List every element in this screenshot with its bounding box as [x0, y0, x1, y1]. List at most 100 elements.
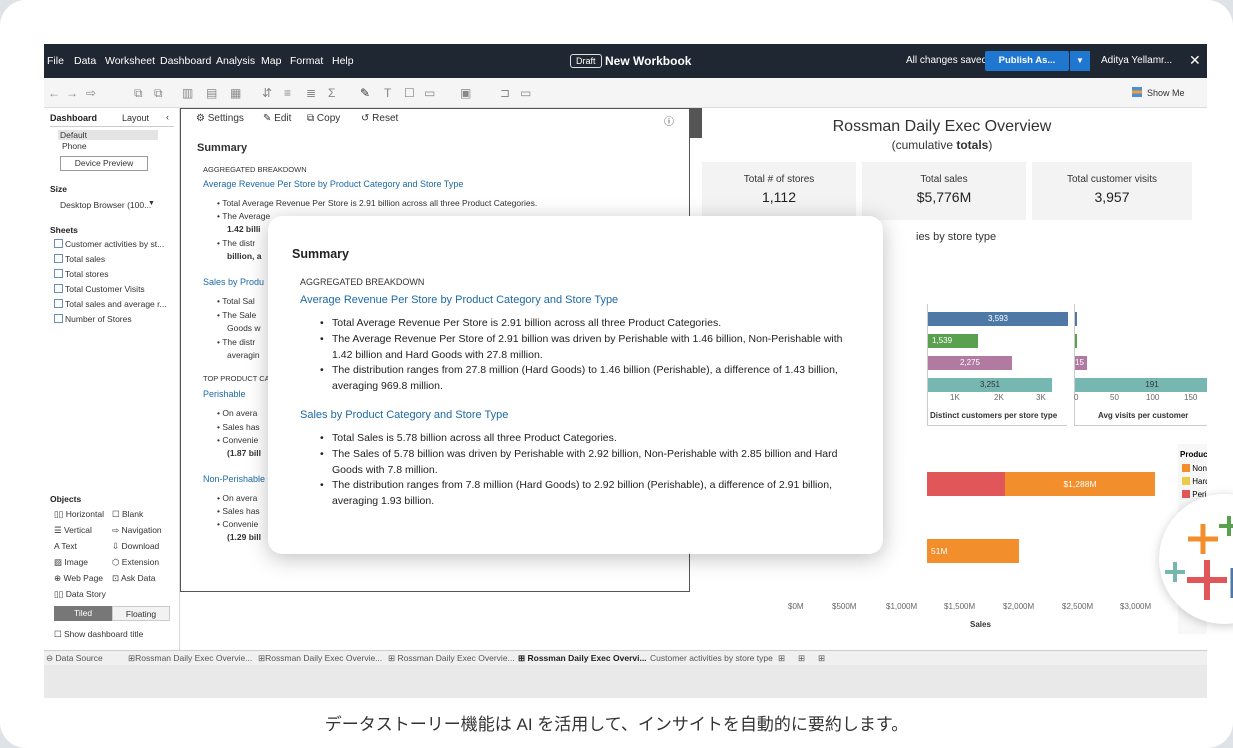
user-name[interactable]: Aditya Yellamr... — [1101, 55, 1172, 66]
new-worksheet-icon[interactable]: ⊞ — [778, 653, 785, 664]
workbook-title: New Workbook — [605, 54, 692, 68]
menu-format[interactable]: Format — [290, 55, 323, 67]
object-extension[interactable]: ⬡ Extension — [112, 557, 159, 568]
object-text[interactable]: A Text — [54, 541, 77, 551]
present-mode-icon[interactable]: ▭ — [520, 86, 531, 100]
show-me-icon[interactable] — [1132, 87, 1142, 97]
menu-help[interactable]: Help — [332, 55, 354, 67]
menu-dashboard[interactable]: Dashboard — [160, 55, 211, 67]
menu-data[interactable]: Data — [74, 55, 96, 67]
tiled-toggle[interactable]: Tiled — [54, 606, 112, 621]
collapse-icon[interactable]: ‹ — [166, 112, 169, 122]
tab-dashboard[interactable]: Dashboard — [50, 113, 97, 123]
legend-item[interactable]: Hard Goo... — [1182, 477, 1207, 486]
presentation-icon[interactable]: ▣ — [460, 86, 471, 100]
vertical-icon: ☰ — [54, 525, 64, 535]
help-icon[interactable]: ⓘ — [664, 113, 674, 128]
story-link-sales[interactable]: Sales by Produ — [203, 277, 264, 287]
sheet-item[interactable]: Total sales — [54, 254, 105, 264]
menu-map[interactable]: Map — [261, 55, 281, 67]
object-blank[interactable]: ☐ Blank — [112, 509, 143, 520]
back-icon[interactable]: ← — [48, 86, 60, 100]
object-vertical[interactable]: ☰ Vertical — [54, 525, 92, 536]
settings-button[interactable]: ⚙ Settings — [196, 113, 244, 124]
tab-layout[interactable]: Layout — [122, 113, 149, 123]
kpi-label: Total # of stores — [743, 174, 815, 185]
tab-sheet[interactable]: Customer activities by store type — [650, 653, 773, 663]
draft-badge: Draft — [570, 54, 602, 68]
reset-button[interactable]: ↺ Reset — [361, 113, 398, 124]
fit-icon[interactable]: ▭ — [424, 86, 435, 100]
sum-icon[interactable]: Σ — [328, 86, 335, 100]
tab-dashboard-active[interactable]: ⊞ Rossman Daily Exec Overvi... — [518, 653, 647, 664]
sheet-tabs: ⊖ Data Source ⊞Rossman Daily Exec Overvi… — [44, 650, 1207, 665]
sort-icon[interactable]: ≡ — [284, 86, 291, 100]
object-download[interactable]: ⇩ Download — [112, 541, 159, 552]
device-preview-button[interactable]: Device Preview — [60, 156, 148, 171]
floating-toggle[interactable]: Floating — [112, 606, 170, 621]
popup-link-revenue[interactable]: Average Revenue Per Store by Product Cat… — [300, 294, 618, 306]
new-story-icon[interactable]: ⊞ — [818, 653, 825, 664]
tab-label: Rossman Daily Exec Overvie... — [135, 653, 253, 663]
scrollbar[interactable] — [690, 108, 702, 138]
forward-icon[interactable]: → — [66, 86, 78, 100]
kpi-label: Total sales — [920, 174, 968, 185]
sheet-item[interactable]: Total Customer Visits — [54, 284, 145, 294]
chevron-down-icon[interactable]: ▼ — [148, 200, 155, 207]
object-horizontal[interactable]: ▯▯ Horizontal — [54, 509, 104, 520]
object-image[interactable]: ▨ Image — [54, 557, 88, 568]
object-web-page[interactable]: ⊕ Web Page — [54, 573, 103, 584]
show-title-checkbox[interactable]: ☐ Show dashboard title — [54, 629, 143, 640]
swap-icon[interactable]: ⇵ — [262, 86, 272, 100]
copy-button[interactable]: ⧉ Copy — [307, 113, 340, 124]
redo-icon[interactable]: ⇨ — [86, 86, 96, 100]
summary-popup: Summary AGGREGATED BREAKDOWN Average Rev… — [268, 216, 883, 554]
edit-button[interactable]: ✎ Edit — [263, 113, 291, 124]
sort-desc-icon[interactable]: ≣ — [306, 86, 316, 100]
save-icon[interactable]: ⧉ — [134, 86, 143, 101]
tab-dashboard[interactable]: ⊞ Rossman Daily Exec Overvie... — [388, 653, 515, 664]
x-axis-title: Sales — [970, 620, 991, 629]
device-default[interactable]: Default — [58, 130, 158, 140]
sheet-item[interactable]: Number of Stores — [54, 314, 132, 324]
new-sheet-icon[interactable]: ⧉ — [154, 86, 163, 101]
story-bullet-text: Sales has — [222, 422, 260, 432]
chart-icon-2[interactable]: ▤ — [206, 86, 217, 100]
close-icon[interactable]: ✕ — [1189, 52, 1201, 69]
menu-worksheet[interactable]: Worksheet — [105, 55, 155, 67]
object-navigation[interactable]: ⇨ Navigation — [112, 525, 162, 536]
popup-bullet: The Average Revenue Per Store of 2.91 bi… — [320, 332, 852, 363]
sheet-item[interactable]: Total stores — [54, 269, 108, 279]
publish-button[interactable]: Publish As... — [985, 51, 1069, 71]
object-data-story[interactable]: ▯▯ Data Story — [54, 589, 106, 600]
popup-link-sales[interactable]: Sales by Product Category and Store Type — [300, 409, 508, 421]
popup-bullet: Total Average Revenue Per Store is 2.91 … — [320, 316, 852, 332]
story-link-perishable[interactable]: Perishable — [203, 389, 246, 399]
sheet-item[interactable]: Total sales and average r... — [54, 299, 167, 309]
annotation-icon[interactable]: ☐ — [404, 86, 415, 100]
device-phone[interactable]: Phone — [62, 141, 87, 151]
menu-file[interactable]: File — [47, 55, 64, 67]
story-bullet: • Sales has — [217, 422, 260, 432]
chart-icon-3[interactable]: ▦ — [230, 86, 241, 100]
publish-dropdown-icon[interactable]: ▼ — [1070, 51, 1090, 71]
legend-item[interactable]: Non-Peri... — [1182, 464, 1207, 473]
object-ask-data[interactable]: ⊡ Ask Data — [112, 573, 156, 584]
chart-icon[interactable]: ▥ — [182, 86, 193, 100]
story-link-revenue[interactable]: Average Revenue Per Store by Product Cat… — [203, 179, 463, 189]
menu-analysis[interactable]: Analysis — [216, 55, 255, 67]
tab-dashboard[interactable]: ⊞Rossman Daily Exec Overvie... — [128, 653, 252, 664]
x-tick: $3,000M — [1120, 602, 1152, 611]
tab-data-source[interactable]: ⊖ Data Source — [46, 653, 103, 664]
new-dashboard-icon[interactable]: ⊞ — [798, 653, 805, 664]
show-me-button[interactable]: Show Me — [1147, 88, 1185, 98]
label-icon[interactable]: T — [384, 86, 391, 100]
size-select[interactable]: Desktop Browser (100... — [60, 200, 151, 210]
kpi-value: $5,776M — [916, 189, 972, 205]
highlight-icon[interactable]: ✎ — [360, 86, 370, 100]
sheet-item[interactable]: Customer activities by st... — [54, 239, 164, 249]
story-link-non-perishable[interactable]: Non-Perishable — [203, 474, 265, 484]
tab-dashboard[interactable]: ⊞Rossman Daily Exec Overvie... — [258, 653, 382, 664]
kpi-card: Total customer visits 3,957 — [1032, 162, 1192, 220]
tooltip-icon[interactable]: ⊐ — [500, 86, 510, 100]
